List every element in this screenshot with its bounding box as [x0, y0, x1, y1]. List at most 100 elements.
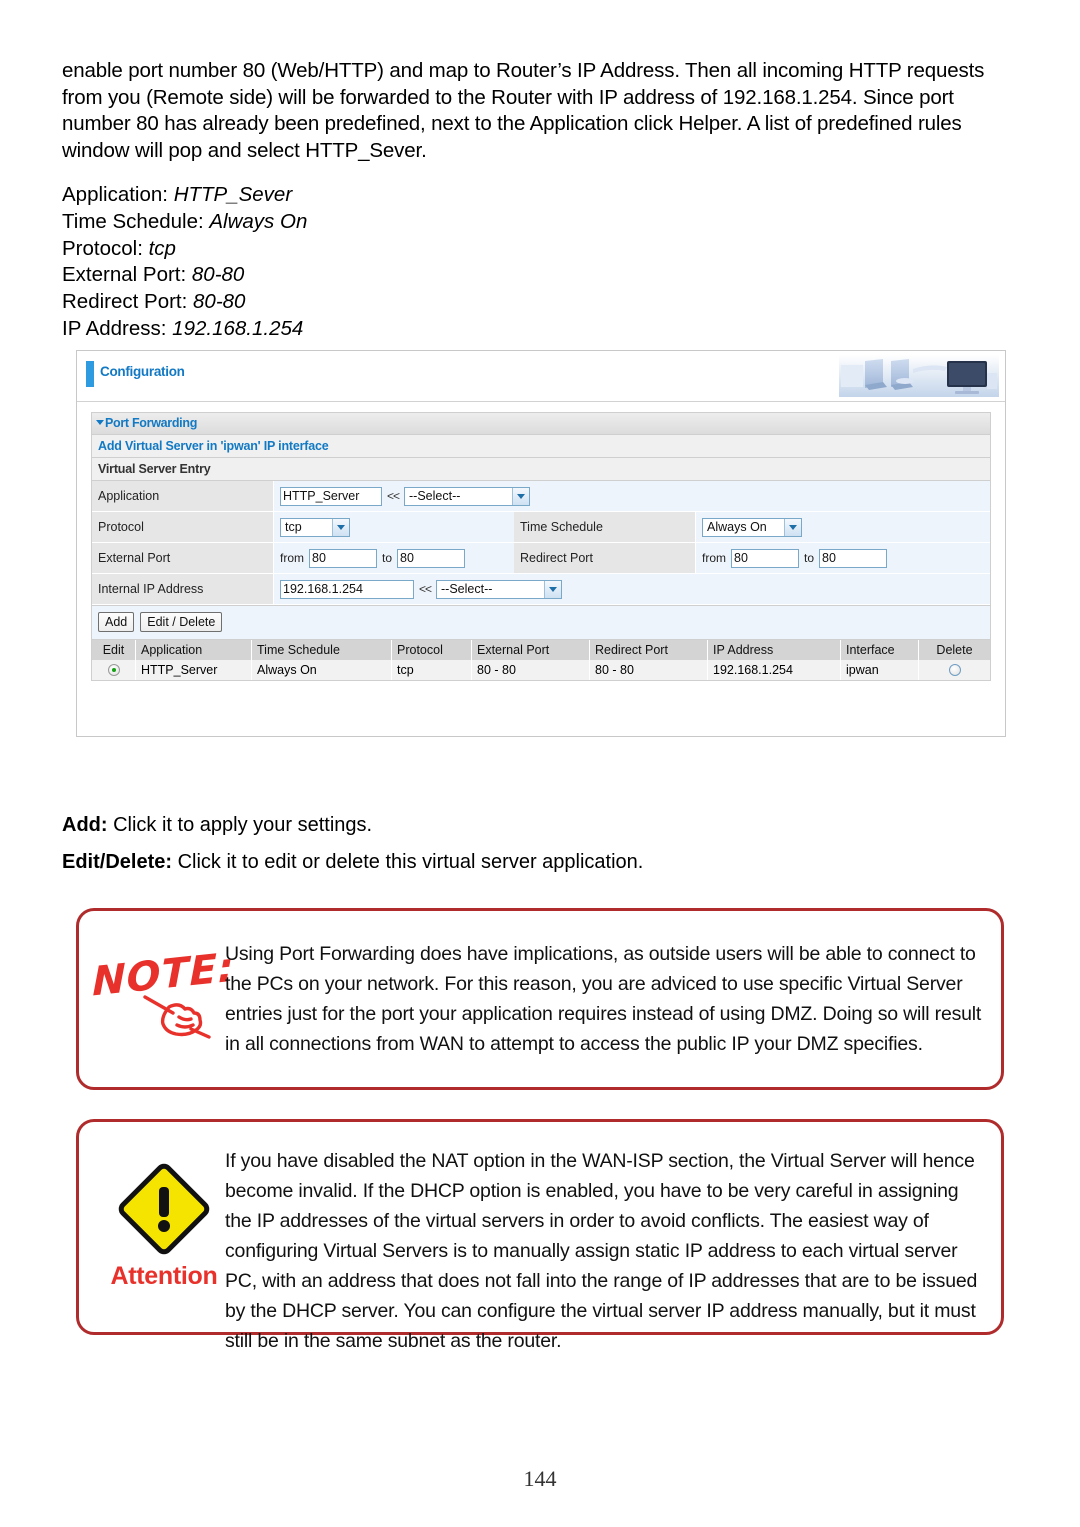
protocol-label: Protocol — [92, 512, 274, 542]
router-ui-header: Configuration — [77, 351, 1005, 402]
external-port-controls: from 80 to 80 — [274, 543, 514, 573]
protocol-controls: tcp — [274, 512, 514, 542]
protocol-select[interactable]: tcp — [280, 517, 350, 537]
warning-triangle-svg — [118, 1163, 210, 1255]
column-header-redirect-port: Redirect Port — [590, 640, 708, 660]
configuration-title: Configuration — [100, 364, 185, 379]
add-virtual-server-subheader: Add Virtual Server in 'ipwan' IP interfa… — [91, 434, 991, 457]
param-application-value: HTTP_Sever — [173, 183, 293, 206]
param-redirect-port-value: 80-80 — [193, 290, 246, 314]
add-description-text: Click it to apply your settings. — [107, 814, 373, 836]
application-select-value: --Select-- — [409, 489, 461, 503]
page-number: 144 — [523, 1466, 557, 1491]
attention-icon-area: Attention — [93, 1122, 235, 1332]
internal-ip-controls: 192.168.1.254 << --Select-- — [274, 574, 990, 604]
column-header-application: Application — [136, 640, 252, 660]
param-protocol: Protocol: tcp — [62, 236, 562, 263]
param-external-port: External Port: 80-80 — [62, 262, 562, 289]
edit-delete-description-term: Edit/Delete: — [62, 851, 173, 873]
note-icon: NOTE: — [92, 943, 236, 1006]
application-label: Application — [92, 481, 274, 511]
external-port-from-label: from — [280, 551, 304, 565]
note-callout-box: NOTE: Using Port Forwarding does have im… — [76, 908, 1004, 1090]
edit-delete-description: Edit/Delete: Click it to edit or delete … — [62, 849, 643, 875]
configuration-accent-bar — [86, 361, 94, 387]
add-button[interactable]: Add — [98, 612, 135, 632]
row-delete-cell — [919, 660, 990, 680]
time-schedule-select[interactable]: Always On — [702, 517, 802, 537]
internal-ip-label: Internal IP Address — [92, 574, 274, 604]
chevron-down-icon — [332, 518, 349, 536]
office-photo-decoration — [839, 355, 999, 397]
application-select[interactable]: --Select-- — [404, 486, 531, 506]
column-header-protocol: Protocol — [392, 640, 472, 660]
internal-ip-helper-arrows: << — [419, 582, 432, 596]
internal-ip-select-value: --Select-- — [441, 582, 493, 596]
param-ip-address-label: IP Address: — [62, 316, 167, 340]
attention-label: Attention — [110, 1262, 218, 1290]
row-protocol: tcp — [392, 660, 472, 680]
chevron-down-icon — [784, 518, 801, 536]
column-header-interface: Interface — [841, 640, 919, 660]
application-controls: HTTP_Server << --Select-- — [274, 481, 990, 511]
external-port-to-input[interactable]: 80 — [397, 548, 466, 568]
param-ip-address-value: 192.168.1.254 — [172, 316, 304, 340]
external-port-label: External Port — [92, 543, 274, 573]
virtual-server-form: Application HTTP_Server << --Select-- Pr… — [91, 480, 991, 605]
form-button-row: Add Edit / Delete — [91, 605, 991, 639]
external-port-to-label: to — [382, 551, 393, 565]
virtual-server-table: Edit Application Time Schedule Protocol … — [91, 639, 991, 681]
redirect-port-to-input[interactable]: 80 — [819, 548, 888, 568]
param-time-schedule-value: Always On — [209, 209, 308, 233]
param-time-schedule: Time Schedule: Always On — [62, 209, 562, 236]
office-photo-svg — [839, 355, 999, 397]
edit-delete-description-text: Click it to edit or delete this virtual … — [172, 851, 644, 873]
internal-ip-input[interactable]: 192.168.1.254 — [280, 579, 414, 599]
internal-ip-select[interactable]: --Select-- — [436, 579, 563, 599]
note-text: Using Port Forwarding does have implicat… — [225, 943, 982, 1055]
param-application: Application: HTTP_Sever — [62, 182, 562, 209]
row-time-schedule: Always On — [252, 660, 392, 680]
attention-text: If you have disabled the NAT option in t… — [225, 1150, 978, 1352]
form-row-application: Application HTTP_Server << --Select-- — [92, 481, 990, 512]
edit-radio-button[interactable] — [107, 664, 120, 676]
row-external-port: 80 - 80 — [472, 660, 590, 680]
virtual-server-entry-header: Virtual Server Entry — [91, 457, 991, 480]
column-header-ip-address: IP Address — [708, 640, 841, 660]
param-redirect-port: Redirect Port: 80-80 — [62, 289, 562, 316]
redirect-port-from-label: from — [702, 551, 726, 565]
column-header-delete: Delete — [936, 643, 973, 657]
redirect-port-label: Redirect Port — [514, 543, 696, 573]
application-input[interactable]: HTTP_Server — [280, 486, 382, 506]
table-header-row: Edit Application Time Schedule Protocol … — [92, 640, 990, 660]
delete-radio-button[interactable] — [948, 664, 961, 676]
param-ip-address: IP Address: 192.168.1.254 — [62, 316, 562, 343]
param-redirect-port-label: Redirect Port: — [62, 290, 188, 314]
row-edit-cell — [92, 660, 136, 680]
add-description: Add: Click it to apply your settings. — [62, 812, 372, 838]
add-description-term: Add: — [62, 814, 108, 836]
chevron-down-icon — [96, 420, 104, 425]
row-redirect-port: 80 - 80 — [590, 660, 708, 680]
column-header-external-port: External Port — [472, 640, 590, 660]
form-row-protocol: Protocol tcp Time Schedule Always On — [92, 512, 990, 543]
table-row: HTTP_Server Always On tcp 80 - 80 80 - 8… — [92, 660, 990, 680]
time-schedule-label: Time Schedule — [514, 512, 696, 542]
protocol-select-value: tcp — [285, 520, 302, 534]
port-forwarding-section-header[interactable]: Port Forwarding — [91, 412, 991, 434]
row-interface: ipwan — [841, 660, 919, 680]
router-ui-body: Port Forwarding Add Virtual Server in 'i… — [77, 402, 1005, 681]
redirect-port-from-input[interactable]: 80 — [731, 548, 799, 568]
edit-delete-button[interactable]: Edit / Delete — [140, 612, 223, 632]
chevron-down-icon — [512, 487, 530, 505]
param-external-port-value: 80-80 — [191, 263, 245, 287]
param-application-label: Application: — [62, 183, 168, 206]
intro-paragraph: enable port number 80 (Web/HTTP) and map… — [62, 59, 985, 162]
application-helper-arrows: << — [387, 489, 400, 503]
external-port-from-input[interactable]: 80 — [309, 548, 377, 568]
warning-icon — [118, 1163, 210, 1260]
param-protocol-label: Protocol: — [62, 236, 143, 260]
param-protocol-value: tcp — [148, 236, 176, 260]
column-header-time-schedule: Time Schedule — [252, 640, 392, 660]
port-forwarding-label: Port Forwarding — [105, 416, 198, 430]
